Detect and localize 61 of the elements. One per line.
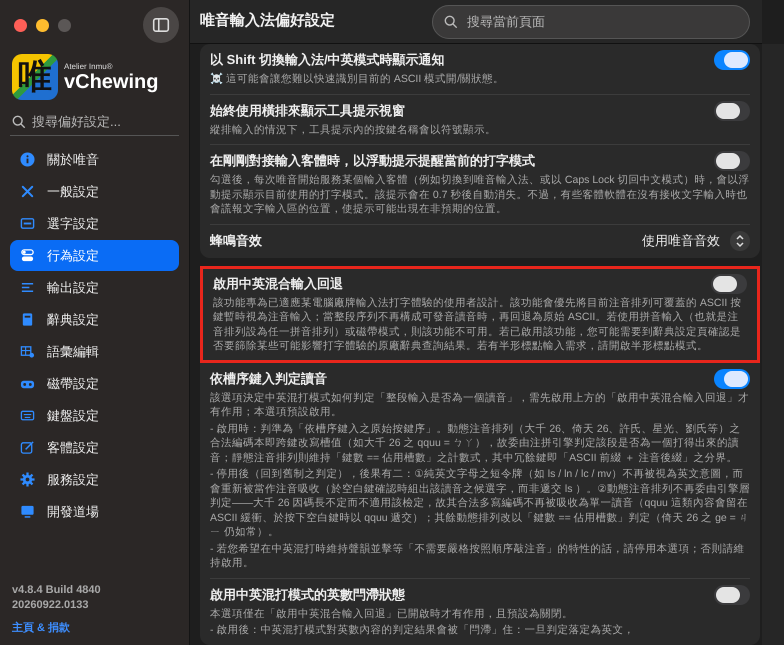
homepage-link[interactable]: 主頁 & 捐款 [12, 620, 179, 635]
sidebar-item[interactable]: 語彙編輯 [10, 336, 179, 367]
toggle-switch[interactable] [714, 151, 750, 171]
gear-icon [20, 472, 35, 487]
setting-title: 始終使用橫排來顯示工具提示視窗 [210, 102, 405, 120]
toggle-switch[interactable] [714, 368, 750, 388]
monitor-icon [20, 504, 35, 519]
popup-value[interactable]: 使用唯音音效 [642, 232, 720, 250]
sidebar-item[interactable]: 客體設定 [10, 432, 179, 463]
info-icon [20, 152, 35, 167]
sidebar-item[interactable]: 磁帶設定 [10, 368, 179, 399]
setting-title: 啟用中英混打模式的英數閂滯狀態 [210, 586, 405, 604]
setting-description: 該功能專為已適應某電腦廠牌輸入法打字體驗的使用者設計。該功能會優先將目前注音排列可覆蓋的 ASCII 按鍵暫時視為注音輸入；當整段序列不再構成可發音讀音時，再回退為原始 ASCII。若使用拼音輸入（也就是注音排列設為任一拼音排列）或磁帶模式，則該功能不可用。若已啟用該功能，您可能需要到辭典設定頁確認是否要篩除某些可能影響打字體驗的原廠辭典查詢結果。若有半形標點輸入需求，請開啟半形標點模式。 [213, 296, 742, 354]
search-field[interactable]: 搜尋當前頁面 [432, 4, 750, 38]
minimize-button[interactable] [36, 18, 49, 32]
sidebar-item[interactable]: 鍵盤設定 [10, 400, 179, 431]
setting-description: ☠ 這可能會讓您難以快速識別目前的 ASCII 模式開/關狀態。 [210, 72, 506, 86]
sidebar-item[interactable]: 行為設定 [10, 240, 179, 271]
build-label: 20260922.0133 [12, 598, 90, 613]
edit-icon [20, 440, 35, 455]
table-icon [20, 344, 35, 359]
sidebar-item[interactable]: 服務設定 [10, 464, 179, 495]
close-button[interactable] [14, 18, 27, 32]
setting-description: 該選項決定中英混打模式如何判定「整段輸入是否為一個讀音」，需先啟用上方的「啟用中英混合輸入回退」才有作用；本選項預設啟用。 [210, 390, 750, 420]
setting-description: 縱排輸入的情況下，工具提示內的按鍵名稱會以符號顯示。 [210, 122, 497, 137]
setting-title: 蜂鳴音效 [210, 232, 262, 250]
sidebar-item[interactable]: 關於唯音 [10, 144, 179, 175]
sidebar-item[interactable]: 一般設定 [10, 176, 179, 207]
setting-title: 啟用中英混合輸入回退 [213, 274, 343, 292]
toggles-icon [20, 248, 35, 263]
setting-title: 在剛剛對接輸入客體時，以浮動提示提醒當前的打字模式 [210, 152, 535, 170]
search-icon [12, 114, 26, 128]
window-icon [20, 216, 35, 231]
setting-description: - 啟用時：判準為「依槽序鍵入之原始按鍵序」。動態注音排列（大千 26、倚天 26、許氏、星光、劉氏等）之合法編碼本即跨鍵改寫槽值（如大千 26 之 qquu = ㄅㄚ），故委由注拼引擎判定該段是否為一個打得出來的讀音；靜態注音排列則維持「鍵數 == 佔用槽數」之計數式，其中冗餘鍵即「ASCII 前綴 ＋ 注音後綴」之分界。 [210, 422, 742, 465]
window-title: 唯音輸入法偏好設定 [200, 11, 335, 30]
sidebar-item[interactable]: 選字設定 [10, 208, 179, 239]
sidebar-item[interactable]: 開發道場 [10, 496, 179, 527]
search-field[interactable]: 搜尋偏好設定... [32, 114, 162, 129]
toggle-switch[interactable] [714, 100, 750, 120]
toggle-switch[interactable] [714, 584, 750, 604]
app-name: vChewing [64, 70, 158, 92]
sidebar-item[interactable]: 辭典設定 [10, 304, 179, 335]
setting-description: 勾選後，每次唯音開始服務某個輸入客體（例如切換到唯音輸入法、或以 Caps Lock 切回中文模式）時，會以浮動提示顯示目前使用的打字模式。該提示會在 0.7 秒後自動消失。不過，有些客體軟體在沒有接收文字輸入時也會謊報文字輸入區的位置，使提示可能出現在非預期的位置。 [210, 173, 750, 216]
list-icon [20, 280, 35, 295]
sidebar-toggle-button[interactable] [143, 7, 179, 43]
stepper-icon[interactable] [730, 230, 750, 250]
book-icon [20, 312, 35, 327]
version-label: v4.8.4 Build 4840 [12, 583, 102, 598]
maker-label: Atelier Inmu® [64, 62, 114, 70]
setting-description: 本選項僅在「啟用中英混合輸入回退」已開啟時才有作用，且預設為關閉。 [210, 606, 574, 621]
toggle-switch[interactable] [714, 50, 750, 70]
setting-description: - 啟用後：中英混打模式對英數內容的判定結果會被「閂滯」住：一旦判定落定為英文， [210, 623, 636, 638]
setting-title: 以 Shift 切換輸入法/中英模式時顯示通知 [210, 51, 445, 69]
toggle-switch[interactable] [711, 274, 747, 294]
setting-title: 依槽序鍵入判定讀音 [210, 370, 327, 388]
app-logo: 唯 [12, 54, 58, 100]
setting-description: - 停用後（回到舊制之判定），後果有二：①純英文字母之短令牌（如 ls / ln / lc / mv）不再被視為英文意圖，而會重新被當作注音吸收（於空白鍵確認時組出該讀音之候選字，而非遞交 ls ）。②動態注音排列不再委由引擎層判定——大千 26 因碼長不定而不適用該檢定，故其合法多寫編碼不再被吸收為單一讀音（qquu 這類內容會留在 ASCII 緩衝、於按下空白鍵時以 qquu 遞交）；其餘動態排列改以「鍵數 == 佔用槽數」判定（倚天 26 之 ge = ㄐㄧ 仍如常）。 [210, 467, 750, 540]
setting-description: - 若您希望在中英混打時維持聲韻並擊等「不需要嚴格按照順序敲注音」的特性的話，請停用本選項；否則請維持啟用。 [210, 542, 746, 570]
sidebar-item[interactable]: 輸出設定 [10, 272, 179, 303]
keyboard-icon [20, 408, 35, 423]
sidebar-icon [152, 16, 170, 34]
